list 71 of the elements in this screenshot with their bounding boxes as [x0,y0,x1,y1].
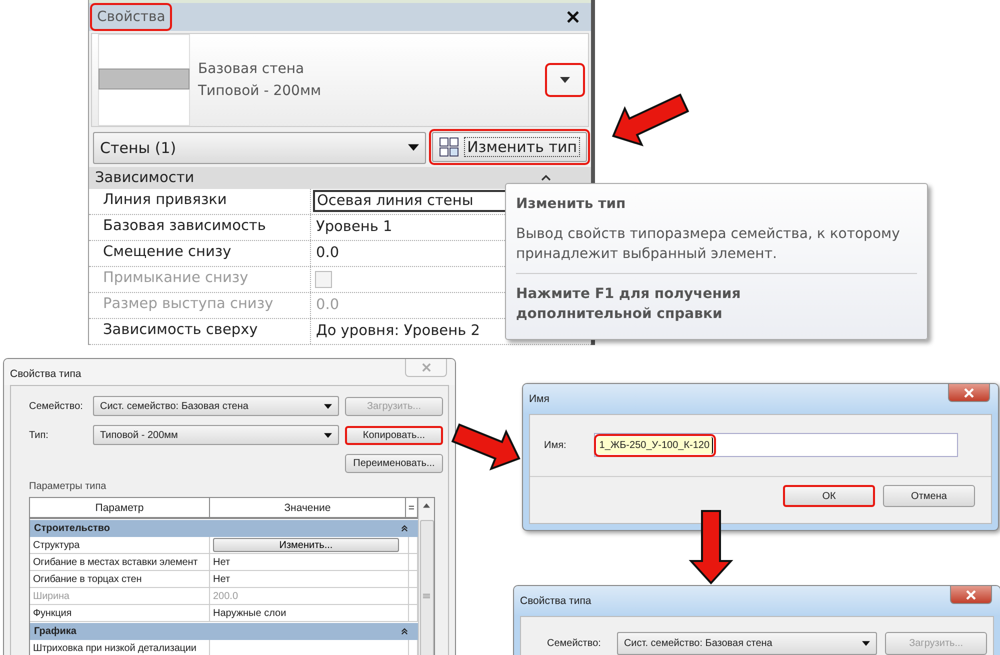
arrow-drawing [451,423,520,470]
type-name: Типовой - 200мм [198,82,322,99]
group-header[interactable]: Графика [30,623,418,640]
collapse-icon[interactable] [401,628,408,635]
close-icon [964,388,974,398]
caret-icon [560,76,570,83]
scrollbar[interactable] [418,498,434,655]
group-label: Параметры типа [29,481,108,492]
dialog-title: Свойства типа [10,367,82,380]
property-value: До уровня: Уровень 2 [315,322,481,342]
close-button[interactable] [950,586,992,604]
table-cell: Огибание в торцах стен [30,571,210,587]
close-icon[interactable] [567,10,579,23]
caret-icon [862,640,870,646]
family-name: Базовая стена [198,60,306,77]
dropdown-field[interactable]: Сист. семейство: Базовая стена [93,396,339,416]
type-dropdown-button[interactable] [548,66,582,94]
close-icon [422,363,430,372]
tooltip-description: Вывод свойств типоразмера семейства, к которому принадлежит выбранный элемент. [516,225,901,264]
close-icon [966,590,976,600]
table-cell: Нет [213,574,230,584]
tooltip-title: Изменить тип [516,196,627,212]
property-label: Линия привязки [89,188,311,214]
property-label: Зависимость сверху [89,318,311,344]
dialog-button[interactable]: ОК [783,485,875,507]
property-label: Базовая зависимость [89,214,311,240]
edit-type-button[interactable]: Изменить тип [432,132,587,162]
property-value[interactable]: Осевая линия стены [313,190,507,212]
name-input-field[interactable]: 1_ЖБ-250_У-100_К-120 [594,433,958,457]
caret-icon [324,404,332,408]
grid-icon [439,136,460,157]
table-cell: Структура [30,537,210,553]
panel-title: Свойства [93,6,170,28]
property-value: Уровень 1 [315,218,394,238]
property-label: Размер выступа снизу [89,292,311,318]
column-header: Параметр [30,498,210,517]
dialog-title: Свойства типа [520,594,592,607]
dialog-title: Имя [529,392,550,405]
field-label: Тип: [29,430,50,440]
property-label: Смещение снизу [89,240,311,266]
table-cell: Ширина [30,588,210,604]
table-cell: Функция [30,605,210,621]
category-dropdown[interactable]: Стены (1) [93,132,426,164]
table-cell: Нет [213,556,230,568]
table-cell: Штриховка при низкой детализации [30,640,210,655]
section-header: Зависимости [95,170,194,186]
dropdown-field[interactable]: Сист. семейство: Базовая стена [616,632,878,654]
caret-icon [408,144,420,152]
group-header[interactable]: Строительство [30,520,418,537]
scroll-up-icon[interactable] [423,503,430,508]
tooltip-hint: Нажмите F1 для получения дополнительной справки [516,284,742,324]
table-cell: Огибание в местах вставки элемент [30,554,210,570]
caret-icon [324,432,332,438]
property-label: Примыкание снизу [89,266,311,292]
dropdown-field[interactable]: Типовой - 200мм [93,425,339,445]
dialog-button[interactable]: Копировать... [345,426,443,444]
collapse-icon[interactable] [541,174,551,181]
field-label: Семейство: [547,638,601,648]
dialog-button[interactable]: Отмена [883,485,975,507]
collapse-icon[interactable] [401,525,408,532]
table-cell: 200.0 [213,590,238,602]
grip-icon [423,593,430,599]
field-label: Семейство: [29,400,84,412]
property-value: 0.0 [315,244,340,264]
close-button[interactable] [948,384,990,402]
edit-button[interactable]: Изменить... [213,538,399,552]
column-header: Значение [210,498,406,517]
table-cell: Наружные слои [213,608,286,618]
property-value: 0.0 [315,296,340,316]
field-label: Имя: [544,440,566,450]
dialog-button[interactable]: Переименовать... [345,454,443,473]
